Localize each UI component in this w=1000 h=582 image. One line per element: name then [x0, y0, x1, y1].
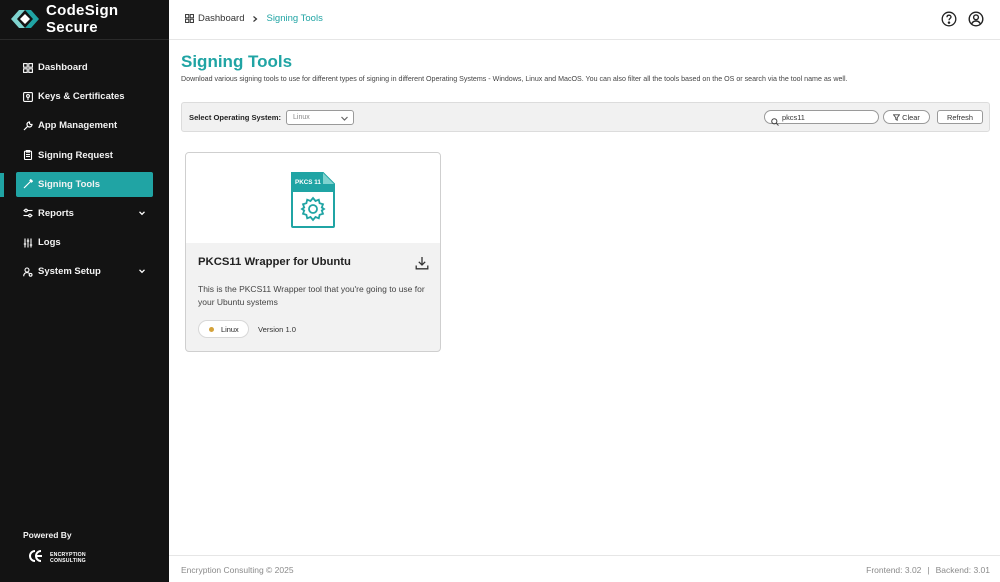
filter-bar: Select Operating System: Linux pkcs11 Cl…	[181, 102, 990, 132]
search-icon	[771, 113, 779, 126]
user-gear-icon	[23, 267, 33, 277]
sidebar-nav: Dashboard Keys & Certificates App Manage…	[16, 55, 153, 289]
frontend-version: Frontend: 3.02	[866, 565, 922, 575]
clear-button[interactable]: Clear	[883, 110, 930, 124]
refresh-button[interactable]: Refresh	[937, 110, 983, 124]
sidebar-item-label: Dashboard	[38, 62, 88, 73]
pkcs11-document-icon: PKCS 11	[289, 170, 337, 230]
breadcrumb-current: Signing Tools	[266, 13, 323, 24]
tool-card-header: PKCS 11	[186, 153, 440, 243]
breadcrumb: Dashboard Signing Tools	[185, 13, 323, 24]
sidebar-item-keys-certificates[interactable]: Keys & Certificates	[16, 84, 153, 109]
sidebar-item-signing-request[interactable]: Signing Request	[16, 143, 153, 168]
powered-by-label: Powered By	[23, 530, 72, 540]
clipboard-icon	[23, 150, 33, 161]
breadcrumb-home-label: Dashboard	[198, 13, 245, 24]
sidebar-item-system-setup[interactable]: System Setup	[16, 259, 153, 284]
os-badge: Linux	[198, 320, 249, 338]
sliders-icon	[23, 238, 33, 248]
help-icon[interactable]	[941, 11, 957, 27]
brand[interactable]: CodeSign Secure	[11, 2, 169, 36]
page-description: Download various signing tools to use fo…	[181, 75, 848, 83]
os-select-value: Linux	[293, 114, 310, 121]
os-select[interactable]: Linux	[286, 110, 354, 125]
sidebar-item-label: Logs	[38, 237, 61, 249]
pen-tool-icon	[23, 179, 33, 189]
os-select-label: Select Operating System:	[189, 113, 282, 122]
settings-sliders-icon	[23, 208, 33, 218]
sidebar-item-label: Keys & Certificates	[38, 91, 125, 103]
clear-button-label: Clear	[902, 112, 920, 122]
sidebar-item-label: System Setup	[38, 266, 101, 278]
filter-icon	[892, 113, 901, 121]
chevron-right-icon	[251, 15, 259, 23]
active-nav-marker	[0, 173, 4, 197]
sidebar-item-app-management[interactable]: App Management	[16, 113, 153, 138]
download-icon[interactable]	[415, 256, 429, 270]
brand-name: CodeSign Secure	[46, 2, 119, 36]
tool-title: PKCS11 Wrapper for Ubuntu	[198, 256, 351, 268]
page-title: Signing Tools	[181, 52, 293, 71]
brand-divider	[0, 39, 169, 40]
search-input-value: pkcs11	[782, 113, 805, 122]
sidebar: CodeSign Secure Dashboard Keys & Certifi…	[0, 0, 169, 582]
sidebar-item-label: App Management	[38, 120, 118, 132]
chevron-down-icon[interactable]	[138, 209, 146, 217]
sidebar-item-label: Reports	[38, 207, 74, 219]
sidebar-item-logs[interactable]: Logs	[16, 230, 153, 255]
footer-copyright: Encryption Consulting © 2025	[181, 565, 294, 575]
backend-version: Backend: 3.01	[935, 565, 990, 575]
encryption-consulting-wordmark: ENCRYPTION CONSULTING	[50, 552, 86, 564]
sidebar-item-label: Signing Request	[38, 149, 113, 161]
key-certificate-icon	[23, 91, 33, 102]
chevron-down-icon	[340, 114, 349, 121]
version-separator: |	[927, 565, 930, 575]
grid-icon	[23, 62, 33, 73]
search-input[interactable]: pkcs11	[764, 110, 879, 126]
encryption-consulting-logo-icon	[27, 548, 47, 569]
chevron-down-icon[interactable]	[138, 267, 146, 275]
sidebar-item-reports[interactable]: Reports	[16, 201, 153, 226]
breadcrumb-home[interactable]: Dashboard	[185, 13, 244, 24]
sidebar-item-dashboard[interactable]: Dashboard	[16, 55, 153, 80]
os-status-dot	[209, 326, 214, 332]
codesign-logo-icon	[11, 8, 39, 30]
sidebar-item-label: Signing Tools	[38, 178, 101, 190]
encryption-consulting-logo: ENCRYPTION CONSULTING	[27, 549, 86, 567]
os-badge-label: Linux	[221, 324, 239, 334]
sidebar-item-signing-tools[interactable]: Signing Tools	[16, 171, 153, 197]
refresh-button-label: Refresh	[947, 112, 973, 122]
grid-icon	[185, 14, 194, 23]
topbar: Dashboard Signing Tools	[169, 0, 1000, 40]
tool-version: Version 1.0	[258, 325, 296, 334]
tool-card[interactable]: PKCS 11 PKCS11 Wrapper for Ubuntu This i…	[185, 152, 441, 352]
tool-description: This is the PKCS11 Wrapper tool that you…	[198, 284, 425, 307]
doc-icon-label: PKCS 11	[295, 179, 321, 186]
wrench-icon	[23, 121, 33, 131]
user-account-icon[interactable]	[968, 11, 984, 27]
footer-versions: Frontend: 3.02 | Backend: 3.01	[866, 565, 990, 575]
footer-divider	[169, 555, 1000, 556]
